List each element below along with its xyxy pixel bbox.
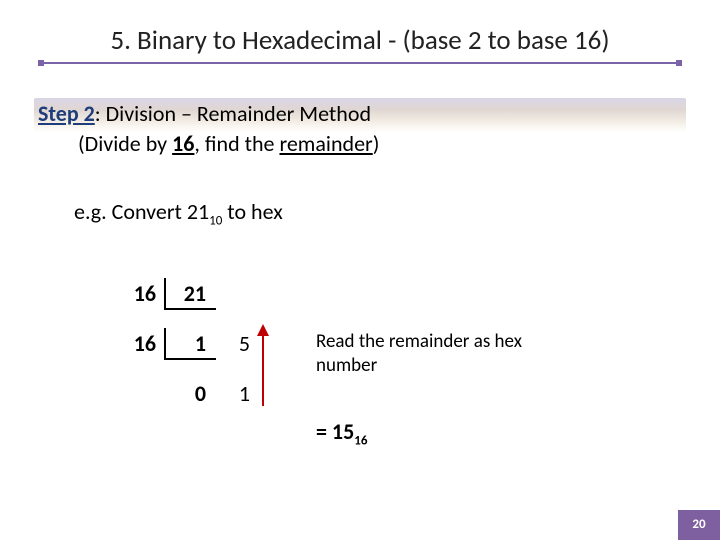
rule-dot-left [38, 60, 44, 66]
sub-divisor: 16 [172, 130, 194, 157]
result-sub: 16 [354, 433, 367, 448]
rule-dot-right [676, 60, 682, 66]
step-text: : Division – Remainder Method [95, 100, 371, 127]
page-number: 20 [678, 510, 720, 540]
cell-divisor-2: 16 [120, 330, 156, 357]
eg-sub: 10 [209, 213, 222, 228]
cell-remainder-2: 1 [226, 380, 250, 407]
slide: 5. Binary to Hexadecimal - (base 2 to ba… [0, 0, 720, 540]
eg-post: to hex [222, 198, 282, 225]
cell-remainder-1: 5 [226, 330, 250, 357]
note-text: Read the remainder as hex number [316, 330, 576, 378]
divline-h2 [164, 358, 216, 360]
step-line: Step 2: Division – Remainder Method [38, 100, 371, 127]
step-label: Step 2 [38, 100, 95, 127]
cell-quotient-2: 0 [170, 380, 206, 407]
cell-divisor-1: 16 [120, 280, 156, 307]
step-subline: (Divide by 16, find the remainder) [78, 130, 379, 157]
sub-remainder: remainder [279, 130, 372, 157]
divline-v2 [164, 328, 166, 358]
remainder-arrow [262, 326, 264, 406]
result-line: = 1516 [316, 418, 367, 448]
divline-h1 [164, 308, 216, 310]
eg-pre: e.g. Convert 21 [74, 198, 209, 225]
title-rule [38, 62, 682, 64]
sub-pre: (Divide by [78, 130, 172, 157]
sub-mid: , find the [194, 130, 279, 157]
cell-quotient-1: 1 [170, 330, 206, 357]
divline-v1 [164, 278, 166, 308]
cell-dividend-1: 21 [170, 280, 206, 307]
slide-title: 5. Binary to Hexadecimal - (base 2 to ba… [38, 24, 682, 57]
sub-post: ) [373, 130, 380, 157]
result-pre: = 15 [316, 418, 354, 445]
example-line: e.g. Convert 2110 to hex [74, 198, 283, 228]
title-wrap: 5. Binary to Hexadecimal - (base 2 to ba… [38, 24, 682, 57]
